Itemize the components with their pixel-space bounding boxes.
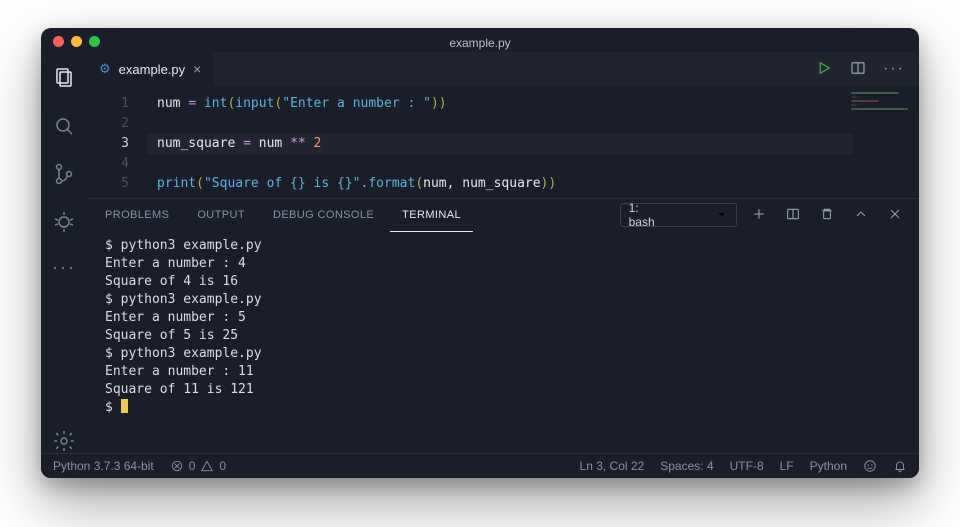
terminal-selector[interactable]: 1: bash <box>620 203 737 227</box>
gear-icon[interactable] <box>52 429 76 453</box>
split-terminal-icon[interactable] <box>785 206 801 225</box>
chevron-up-icon[interactable] <box>853 206 869 225</box>
line-number: 5 <box>87 174 147 194</box>
editor-tab-bar: ⚙ example.py × ··· <box>87 52 919 86</box>
status-eol[interactable]: LF <box>780 459 794 473</box>
feedback-icon[interactable] <box>863 459 877 473</box>
search-icon[interactable] <box>52 114 76 138</box>
window-title: example.py <box>449 31 510 50</box>
tab-label: example.py <box>119 62 185 77</box>
terminal-line: Enter a number : 5 <box>105 309 919 327</box>
python-file-icon: ⚙ <box>99 61 111 77</box>
panel-tab-problems[interactable]: PROBLEMS <box>93 199 181 231</box>
activity-bar: ··· <box>41 52 87 453</box>
status-python-version[interactable]: Python 3.7.3 64-bit <box>53 459 154 473</box>
code-line[interactable]: num = int(input("Enter a number : ")) <box>157 94 919 114</box>
debug-icon[interactable] <box>52 210 76 234</box>
activity-overflow-icon[interactable]: ··· <box>52 258 76 276</box>
bell-icon[interactable] <box>893 459 907 473</box>
zoom-window-button[interactable] <box>89 36 100 47</box>
line-number: 3 <box>87 134 147 154</box>
warning-icon <box>200 459 214 473</box>
terminal-line: Square of 5 is 25 <box>105 327 919 345</box>
terminal-cursor <box>121 399 128 413</box>
terminal-line: $ <box>105 399 919 417</box>
trash-icon[interactable] <box>819 206 835 225</box>
editor-overflow-icon[interactable]: ··· <box>883 60 905 78</box>
code-editor[interactable]: 12345 num = int(input("Enter a number : … <box>87 86 919 198</box>
terminal-selector-label: 1: bash <box>629 201 655 229</box>
status-bar: Python 3.7.3 64-bit 0 0 Ln 3, Col 22 Spa… <box>41 453 919 478</box>
line-number: 4 <box>87 154 147 174</box>
terminal-output[interactable]: $ python3 example.pyEnter a number : 4Sq… <box>87 231 919 453</box>
status-encoding[interactable]: UTF-8 <box>730 459 764 473</box>
minimize-window-button[interactable] <box>71 36 82 47</box>
code-line[interactable] <box>157 154 919 174</box>
plus-icon[interactable] <box>751 206 767 225</box>
panel-tab-terminal[interactable]: TERMINAL <box>390 199 473 232</box>
terminal-line: Enter a number : 11 <box>105 363 919 381</box>
panel-tab-output[interactable]: OUTPUT <box>185 199 257 231</box>
source-control-icon[interactable] <box>52 162 76 186</box>
title-bar: example.py <box>41 28 919 52</box>
status-warning-count: 0 <box>219 459 226 473</box>
terminal-line: Square of 11 is 121 <box>105 381 919 399</box>
split-editor-icon[interactable] <box>849 59 867 80</box>
current-line-highlight <box>147 134 853 154</box>
line-number: 2 <box>87 114 147 134</box>
status-language-mode[interactable]: Python <box>810 459 847 473</box>
close-tab-icon[interactable]: × <box>193 61 201 77</box>
close-panel-icon[interactable] <box>887 206 903 225</box>
play-icon[interactable] <box>815 59 833 80</box>
panel-tab-debug-console[interactable]: DEBUG CONSOLE <box>261 199 386 231</box>
explorer-icon[interactable] <box>52 66 76 90</box>
terminal-line: Enter a number : 4 <box>105 255 919 273</box>
error-icon <box>170 459 184 473</box>
terminal-line: $ python3 example.py <box>105 345 919 363</box>
tab-example-py[interactable]: ⚙ example.py × <box>87 52 213 86</box>
terminal-line: Square of 4 is 16 <box>105 273 919 291</box>
status-problems[interactable]: 0 0 <box>170 459 226 473</box>
terminal-line: $ python3 example.py <box>105 291 919 309</box>
panel-tab-bar: PROBLEMSOUTPUTDEBUG CONSOLETERMINAL 1: b… <box>87 199 919 231</box>
status-cursor-position[interactable]: Ln 3, Col 22 <box>580 459 645 473</box>
window-controls <box>53 36 100 47</box>
close-window-button[interactable] <box>53 36 64 47</box>
bottom-panel: PROBLEMSOUTPUTDEBUG CONSOLETERMINAL 1: b… <box>87 198 919 453</box>
code-line[interactable] <box>157 114 919 134</box>
status-indentation[interactable]: Spaces: 4 <box>660 459 713 473</box>
terminal-line: $ python3 example.py <box>105 237 919 255</box>
code-line[interactable]: print("Square of {} is {}".format(num, n… <box>157 174 919 194</box>
app-window: { "title": "example.py", "tab": { "icon"… <box>41 28 919 478</box>
line-number: 1 <box>87 94 147 114</box>
status-error-count: 0 <box>189 459 196 473</box>
chevron-down-icon <box>715 208 728 221</box>
line-number-gutter: 12345 <box>87 86 147 194</box>
minimap[interactable] <box>851 92 911 110</box>
